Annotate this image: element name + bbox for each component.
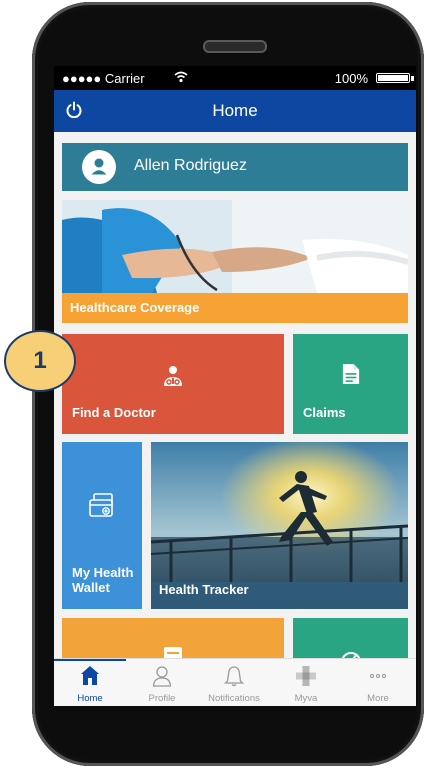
wifi-icon xyxy=(174,71,188,83)
health-wallet-label: My Health Wallet xyxy=(72,565,134,595)
claims-tile[interactable]: Claims xyxy=(293,334,408,434)
status-bar: ●●●●● Carrier 100% xyxy=(54,66,416,90)
step-number-badge: 1 xyxy=(4,330,76,392)
claims-label: Claims xyxy=(303,405,346,420)
health-tracker-label: Health Tracker xyxy=(159,582,249,597)
tab-myva[interactable]: Myva xyxy=(270,659,342,706)
user-icon xyxy=(91,158,107,175)
document-icon xyxy=(342,364,360,384)
nav-bar: Home xyxy=(54,90,416,132)
carrier-label: ●●●●● Carrier xyxy=(62,71,145,86)
tab-more[interactable]: More xyxy=(342,659,414,706)
healthcare-coverage-tile[interactable]: Healthcare Coverage xyxy=(62,200,408,323)
battery-icon xyxy=(376,73,410,83)
profile-tile[interactable]: Allen Rodriguez xyxy=(62,143,408,191)
battery-percent: 100% xyxy=(334,71,368,86)
battery-nub xyxy=(411,76,414,81)
page-title: Home xyxy=(212,101,258,120)
tab-bar: Home Profile Notifications Myva More xyxy=(54,658,416,706)
app-screen: ●●●●● Carrier 100% Home Allen Rodriguez xyxy=(54,66,416,706)
avatar xyxy=(82,150,116,184)
find-doctor-label: Find a Doctor xyxy=(72,405,156,420)
find-doctor-tile[interactable]: Find a Doctor xyxy=(62,334,284,434)
health-tracker-tile[interactable]: Health Tracker xyxy=(151,442,408,609)
phone-speaker xyxy=(203,40,267,53)
tab-notifications[interactable]: Notifications xyxy=(198,659,270,706)
doctor-icon xyxy=(164,366,182,386)
more-icon xyxy=(370,674,386,678)
bell-icon xyxy=(224,666,244,687)
tab-home[interactable]: Home xyxy=(54,659,126,706)
health-wallet-tile[interactable]: My Health Wallet xyxy=(62,442,142,609)
wallet-icon xyxy=(89,493,113,517)
coverage-label: Healthcare Coverage xyxy=(70,300,200,315)
tab-profile[interactable]: Profile xyxy=(126,659,198,706)
myva-icon xyxy=(296,666,316,686)
profile-name: Allen Rodriguez xyxy=(134,157,247,174)
coverage-label-bar: Healthcare Coverage xyxy=(62,293,408,323)
profile-icon xyxy=(152,666,172,687)
home-icon xyxy=(81,666,99,685)
